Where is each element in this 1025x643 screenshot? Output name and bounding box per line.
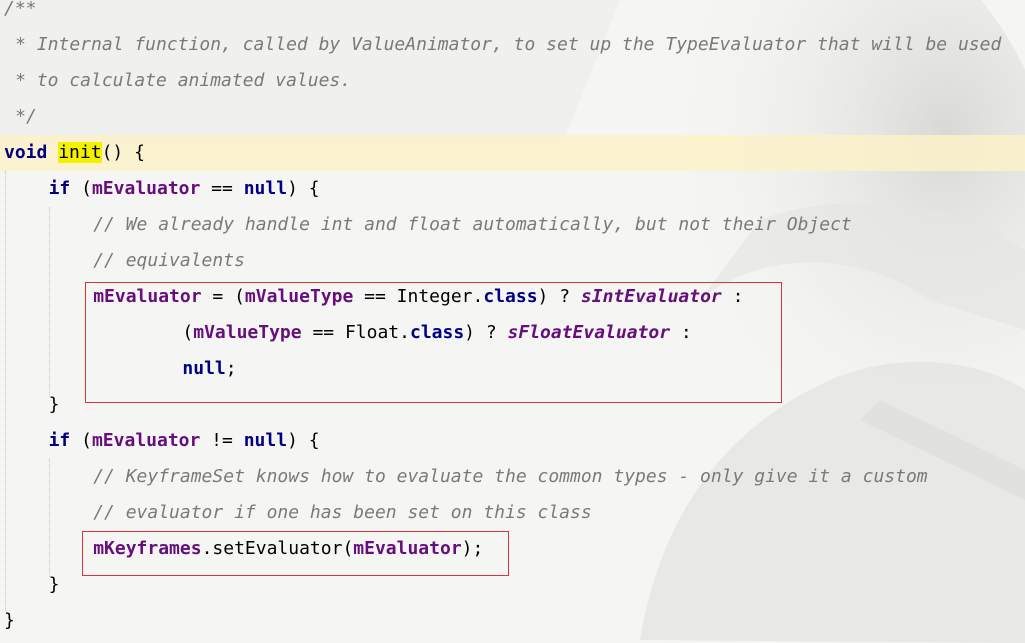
code-line-content: /** [4,0,37,27]
code-line-content: * to calculate animated values. [15,63,351,99]
code-token: * Internal function, called by ValueAnim… [15,34,1002,55]
code-token: } [48,574,60,595]
code-token: */ [15,106,37,127]
code-line-content: } [4,603,15,639]
code-line-content: // KeyframeSet knows how to evaluate the… [93,459,927,495]
code-line-content: // evaluator if one has been set on this… [93,495,592,531]
code-line[interactable]: // We already handle int and float autom… [0,207,1025,243]
code-line[interactable]: if (mEvaluator == null) { [0,171,1025,207]
code-editor[interactable]: /** * Internal function, called by ValueA… [0,0,1025,643]
annotation-box-evaluator-assignment [85,282,782,403]
code-token: () { [101,142,145,163]
code-token: ) { [287,430,320,451]
code-line-content: */ [15,99,37,135]
code-line-content: if (mEvaluator == null) { [49,171,320,207]
code-line[interactable]: */ [0,99,1025,135]
code-line-content: if (mEvaluator != null) { [49,423,320,459]
code-token: // We already handle int and float autom… [93,214,852,235]
code-token: != [200,430,244,451]
code-line[interactable]: // equivalents [0,243,1025,279]
code-line[interactable]: } [0,603,1025,639]
code-token: } [48,394,60,415]
code-line-content: * Internal function, called by ValueAnim… [15,27,1001,63]
code-token: ) { [287,178,320,199]
code-token: void [4,142,48,163]
code-token: * to calculate animated values. [15,70,352,91]
code-token: // equivalents [93,250,245,271]
code-line-content: void init() { [4,135,145,171]
code-token: if [48,178,71,199]
code-token: // KeyframeSet knows how to evaluate the… [93,466,928,487]
code-line-content: // equivalents [93,243,245,279]
code-token: ( [70,430,92,451]
code-line-content: } [49,567,60,603]
code-token: /** [4,0,37,19]
code-line[interactable]: /** [0,0,1025,27]
code-token: ( [70,178,92,199]
code-line-current[interactable]: void init() { [0,135,1025,171]
code-token: mEvaluator [91,430,201,451]
code-line-content: // We already handle int and float autom… [93,207,852,243]
code-line[interactable]: if (mEvaluator != null) { [0,423,1025,459]
annotation-box-set-evaluator [82,531,509,576]
code-token: // evaluator if one has been set on this… [93,502,592,523]
code-token: } [4,610,15,631]
code-token: null [243,430,288,451]
code-token: == [200,178,244,199]
code-token: if [48,430,71,451]
code-line[interactable]: * to calculate animated values. [0,63,1025,99]
code-token: null [243,178,288,199]
highlighted-identifier: init [58,142,102,163]
code-line[interactable]: * Internal function, called by ValueAnim… [0,27,1025,63]
code-line[interactable]: // KeyframeSet knows how to evaluate the… [0,459,1025,495]
code-line-content: } [49,387,60,423]
code-line[interactable]: // evaluator if one has been set on this… [0,495,1025,531]
code-token: mEvaluator [91,178,201,199]
